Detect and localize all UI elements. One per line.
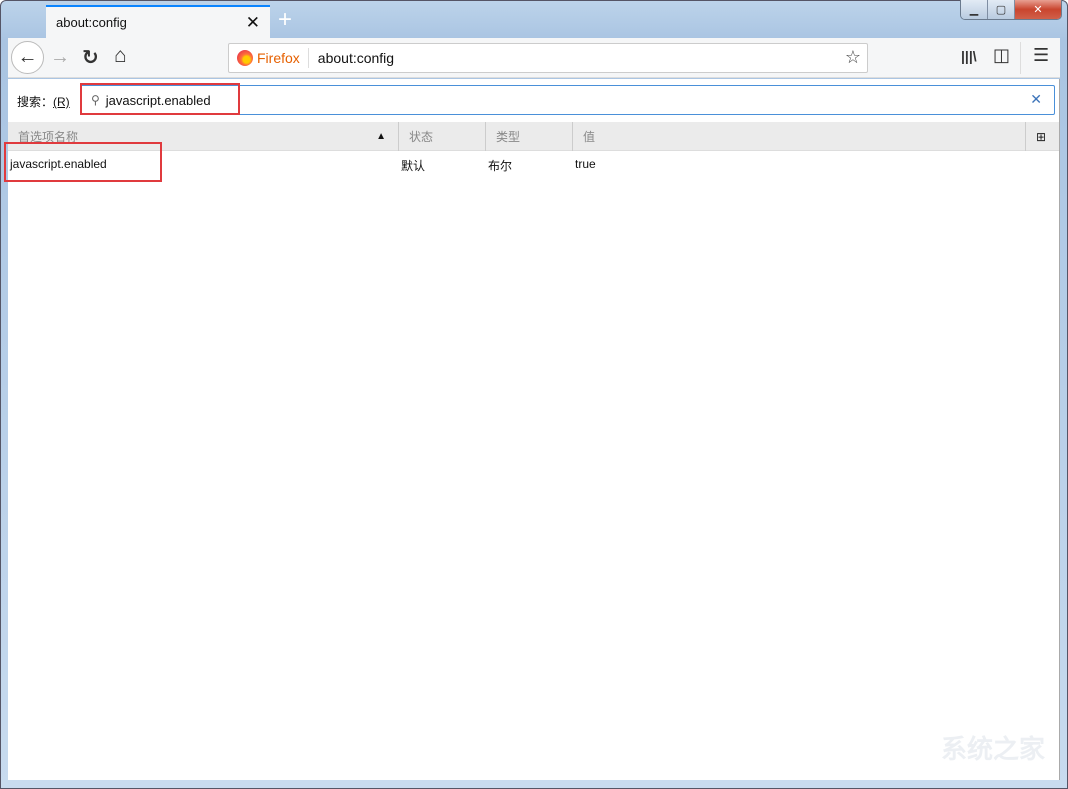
column-header-type[interactable]: 类型 (485, 122, 572, 151)
highlight-box (80, 83, 240, 115)
sidebar-button[interactable]: ◫ (993, 45, 1010, 66)
watermark-logo: 系统之家 (941, 729, 1045, 766)
url-bar[interactable]: Firefox about:config ☆ (228, 43, 868, 73)
close-window-button[interactable]: ✕ (1015, 0, 1061, 19)
new-tab-button[interactable]: + (278, 6, 292, 34)
firefox-logo-icon (237, 50, 253, 66)
column-header-value[interactable]: 值 (572, 122, 1025, 151)
identity-box[interactable]: Firefox (229, 48, 309, 68)
search-label: 搜索：(R) (17, 93, 70, 110)
about-config-page: 搜索：(R) ⚲ javascript.enabled ✕ 首选项名称▲ 状态 … (8, 79, 1060, 780)
home-button[interactable]: ⌂ (114, 44, 127, 68)
pref-value: true (575, 157, 596, 171)
nav-toolbar: ← → ↻ ⌂ Firefox about:config ☆ |||\ ◫ ☰ (8, 38, 1060, 78)
table-header: 首选项名称▲ 状态 类型 值 ⊞ (8, 122, 1059, 151)
tab-title: about:config (56, 15, 246, 30)
highlight-box (4, 142, 162, 182)
minimize-button[interactable]: ▁ (961, 0, 988, 19)
back-button[interactable]: ← (11, 41, 44, 74)
library-button[interactable]: |||\ (961, 48, 977, 64)
table-row[interactable]: javascript.enabled 默认 布尔 true (8, 152, 1059, 176)
identity-label: Firefox (257, 50, 300, 66)
clear-search-icon[interactable]: ✕ (1030, 91, 1042, 108)
menu-button[interactable]: ☰ (1033, 45, 1049, 66)
window-controls: ▁ ▢ ✕ (960, 0, 1062, 20)
reload-button[interactable]: ↻ (82, 45, 99, 70)
column-picker-icon[interactable]: ⊞ (1025, 122, 1060, 151)
sort-ascending-icon: ▲ (376, 131, 386, 142)
forward-button[interactable]: → (50, 46, 70, 69)
url-text[interactable]: about:config (309, 50, 394, 66)
tab-about-config[interactable]: about:config ✕ (46, 5, 270, 38)
column-header-status[interactable]: 状态 (398, 122, 485, 151)
close-tab-icon[interactable]: ✕ (246, 13, 260, 33)
maximize-button[interactable]: ▢ (988, 0, 1015, 19)
pref-type: 布尔 (488, 157, 512, 174)
bookmark-star-icon[interactable]: ☆ (845, 47, 861, 68)
pref-status: 默认 (401, 157, 425, 174)
